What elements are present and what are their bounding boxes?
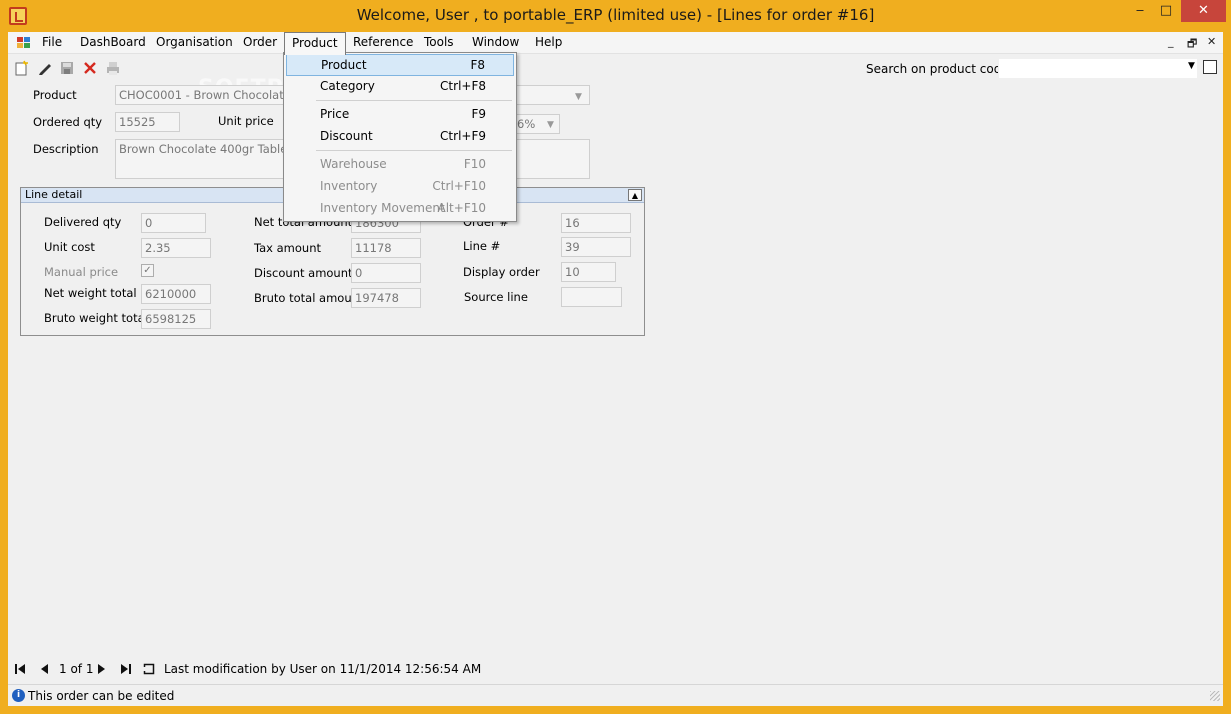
collapse-icon[interactable]: ▲	[628, 189, 642, 201]
search-go-button[interactable]	[1203, 60, 1217, 74]
menu-item-shortcut: F10	[463, 157, 486, 171]
menu-separator	[316, 100, 512, 101]
menu-item-warehouse: Warehouse F10	[286, 154, 514, 176]
display-order-field[interactable]: 10	[561, 262, 616, 282]
menu-file[interactable]: File	[35, 32, 69, 54]
net-weight-field[interactable]: 6210000	[141, 284, 211, 304]
bruto-weight-field[interactable]: 6598125	[141, 309, 211, 329]
menu-bar: File DashBoard Organisation Order Produc…	[8, 32, 1223, 55]
manual-price-label: Manual price	[44, 265, 119, 279]
record-position: 1 of 1	[59, 662, 94, 676]
menu-item-shortcut: Ctrl+F9	[440, 129, 486, 143]
menu-separator	[316, 150, 512, 151]
menu-item-category[interactable]: Category Ctrl+F8	[286, 76, 514, 98]
net-weight-label: Net weight total	[44, 286, 137, 300]
menu-organisation[interactable]: Organisation	[149, 32, 240, 54]
menu-item-shortcut: Alt+F10	[437, 201, 486, 215]
close-button[interactable]: ✕	[1181, 0, 1226, 22]
save-icon	[61, 62, 73, 74]
search-input[interactable]	[998, 58, 1198, 79]
tax-amount-field[interactable]: 11178	[351, 238, 421, 258]
delivered-qty-field[interactable]: 0	[141, 213, 206, 233]
chevron-down-icon[interactable]: ▼	[547, 120, 554, 130]
client-area: File DashBoard Organisation Order Produc…	[8, 32, 1223, 706]
bruto-total-label: Bruto total amount	[254, 291, 364, 305]
line-detail-title: Line detail	[25, 188, 83, 201]
resize-grip-icon[interactable]	[1210, 691, 1220, 701]
menu-product[interactable]: Product	[284, 32, 346, 55]
chevron-down-icon[interactable]: ▼	[575, 92, 582, 102]
next-record-icon[interactable]	[97, 663, 107, 675]
chevron-down-icon[interactable]: ▼	[1188, 61, 1195, 71]
last-record-icon[interactable]	[120, 663, 132, 675]
mdi-restore-button[interactable]: 🗗	[1187, 35, 1197, 54]
menu-item-label: Category	[320, 79, 375, 93]
manual-price-checkbox[interactable]: ✓	[141, 264, 154, 277]
new-icon[interactable]	[13, 60, 29, 76]
maximize-button[interactable]: □	[1153, 0, 1179, 22]
menu-item-shortcut: F9	[471, 107, 486, 121]
menu-dashboard[interactable]: DashBoard	[73, 32, 153, 54]
menu-order[interactable]: Order	[236, 32, 284, 54]
minimize-button[interactable]: ‒	[1127, 0, 1153, 22]
first-record-icon[interactable]	[14, 663, 26, 675]
status-bar: i This order can be edited	[8, 684, 1223, 706]
info-icon: i	[12, 689, 25, 702]
menu-item-inventory-movement: Inventory Movement Alt+F10	[286, 198, 514, 220]
mdi-minimize-button[interactable]: _	[1168, 35, 1174, 48]
menu-item-label: Inventory	[320, 179, 378, 193]
unit-price-label: Unit price	[218, 114, 274, 128]
product-label: Product	[33, 88, 77, 102]
line-number-field[interactable]: 39	[561, 237, 631, 257]
menu-item-label: Price	[320, 107, 350, 121]
menu-item-label: Inventory Movement	[320, 201, 445, 215]
record-navigator: 1 of 1 Last modification by User on 11/1…	[8, 658, 1223, 680]
menu-item-shortcut: Ctrl+F10	[432, 179, 486, 193]
order-number-field[interactable]: 16	[561, 213, 631, 233]
title-bar[interactable]: Welcome, User , to portable_ERP (limited…	[0, 0, 1231, 32]
ordered-qty-label: Ordered qty	[33, 115, 103, 129]
menu-help[interactable]: Help	[528, 32, 569, 54]
source-line-label: Source line	[464, 290, 528, 304]
display-order-label: Display order	[463, 265, 540, 279]
menu-item-label: Product	[321, 58, 367, 72]
discount-amount-label: Discount amount	[254, 266, 353, 280]
delivered-qty-label: Delivered qty	[44, 215, 122, 229]
window-title: Welcome, User , to portable_ERP (limited…	[356, 6, 875, 24]
unit-cost-field[interactable]: 2.35	[141, 238, 211, 258]
menu-item-price[interactable]: Price F9	[286, 104, 514, 126]
ordered-qty-field[interactable]: 15525	[115, 112, 180, 132]
discount-amount-field[interactable]: 0	[351, 263, 421, 283]
mdi-close-button[interactable]: ✕	[1207, 35, 1216, 48]
menu-item-discount[interactable]: Discount Ctrl+F9	[286, 126, 514, 148]
toolbar: Search on product code ▼	[8, 56, 1223, 82]
mdi-child-icon[interactable]	[17, 37, 31, 49]
menu-window[interactable]: Window	[465, 32, 526, 54]
line-number-label: Line #	[463, 239, 501, 253]
bruto-total-field[interactable]: 197478	[351, 288, 421, 308]
menu-item-shortcut: F8	[470, 58, 485, 72]
app-window: Welcome, User , to portable_ERP (limited…	[0, 0, 1231, 714]
menu-tools[interactable]: Tools	[417, 32, 461, 54]
refresh-icon[interactable]	[143, 663, 155, 675]
tax-amount-label: Tax amount	[254, 241, 322, 255]
menu-item-label: Warehouse	[320, 157, 387, 171]
product-dropdown-menu: Product F8 Category Ctrl+F8 Price F9 Dis…	[283, 52, 517, 222]
delete-icon[interactable]	[82, 60, 98, 76]
menu-item-shortcut: Ctrl+F8	[440, 79, 486, 93]
previous-record-icon[interactable]	[39, 663, 49, 675]
menu-item-product[interactable]: Product F8	[286, 54, 514, 76]
description-label: Description	[33, 142, 99, 156]
last-modification-text: Last modification by User on 11/1/2014 1…	[164, 662, 482, 676]
bruto-weight-label: Bruto weight total	[44, 311, 148, 325]
menu-reference[interactable]: Reference	[346, 32, 420, 54]
status-text: This order can be edited	[28, 689, 175, 703]
print-icon	[107, 62, 119, 75]
edit-icon[interactable]	[37, 60, 53, 76]
search-label: Search on product code	[866, 62, 1009, 76]
menu-item-label: Discount	[320, 129, 373, 143]
unit-cost-label: Unit cost	[44, 240, 95, 254]
menu-item-inventory: Inventory Ctrl+F10	[286, 176, 514, 198]
source-line-field[interactable]	[561, 287, 622, 307]
